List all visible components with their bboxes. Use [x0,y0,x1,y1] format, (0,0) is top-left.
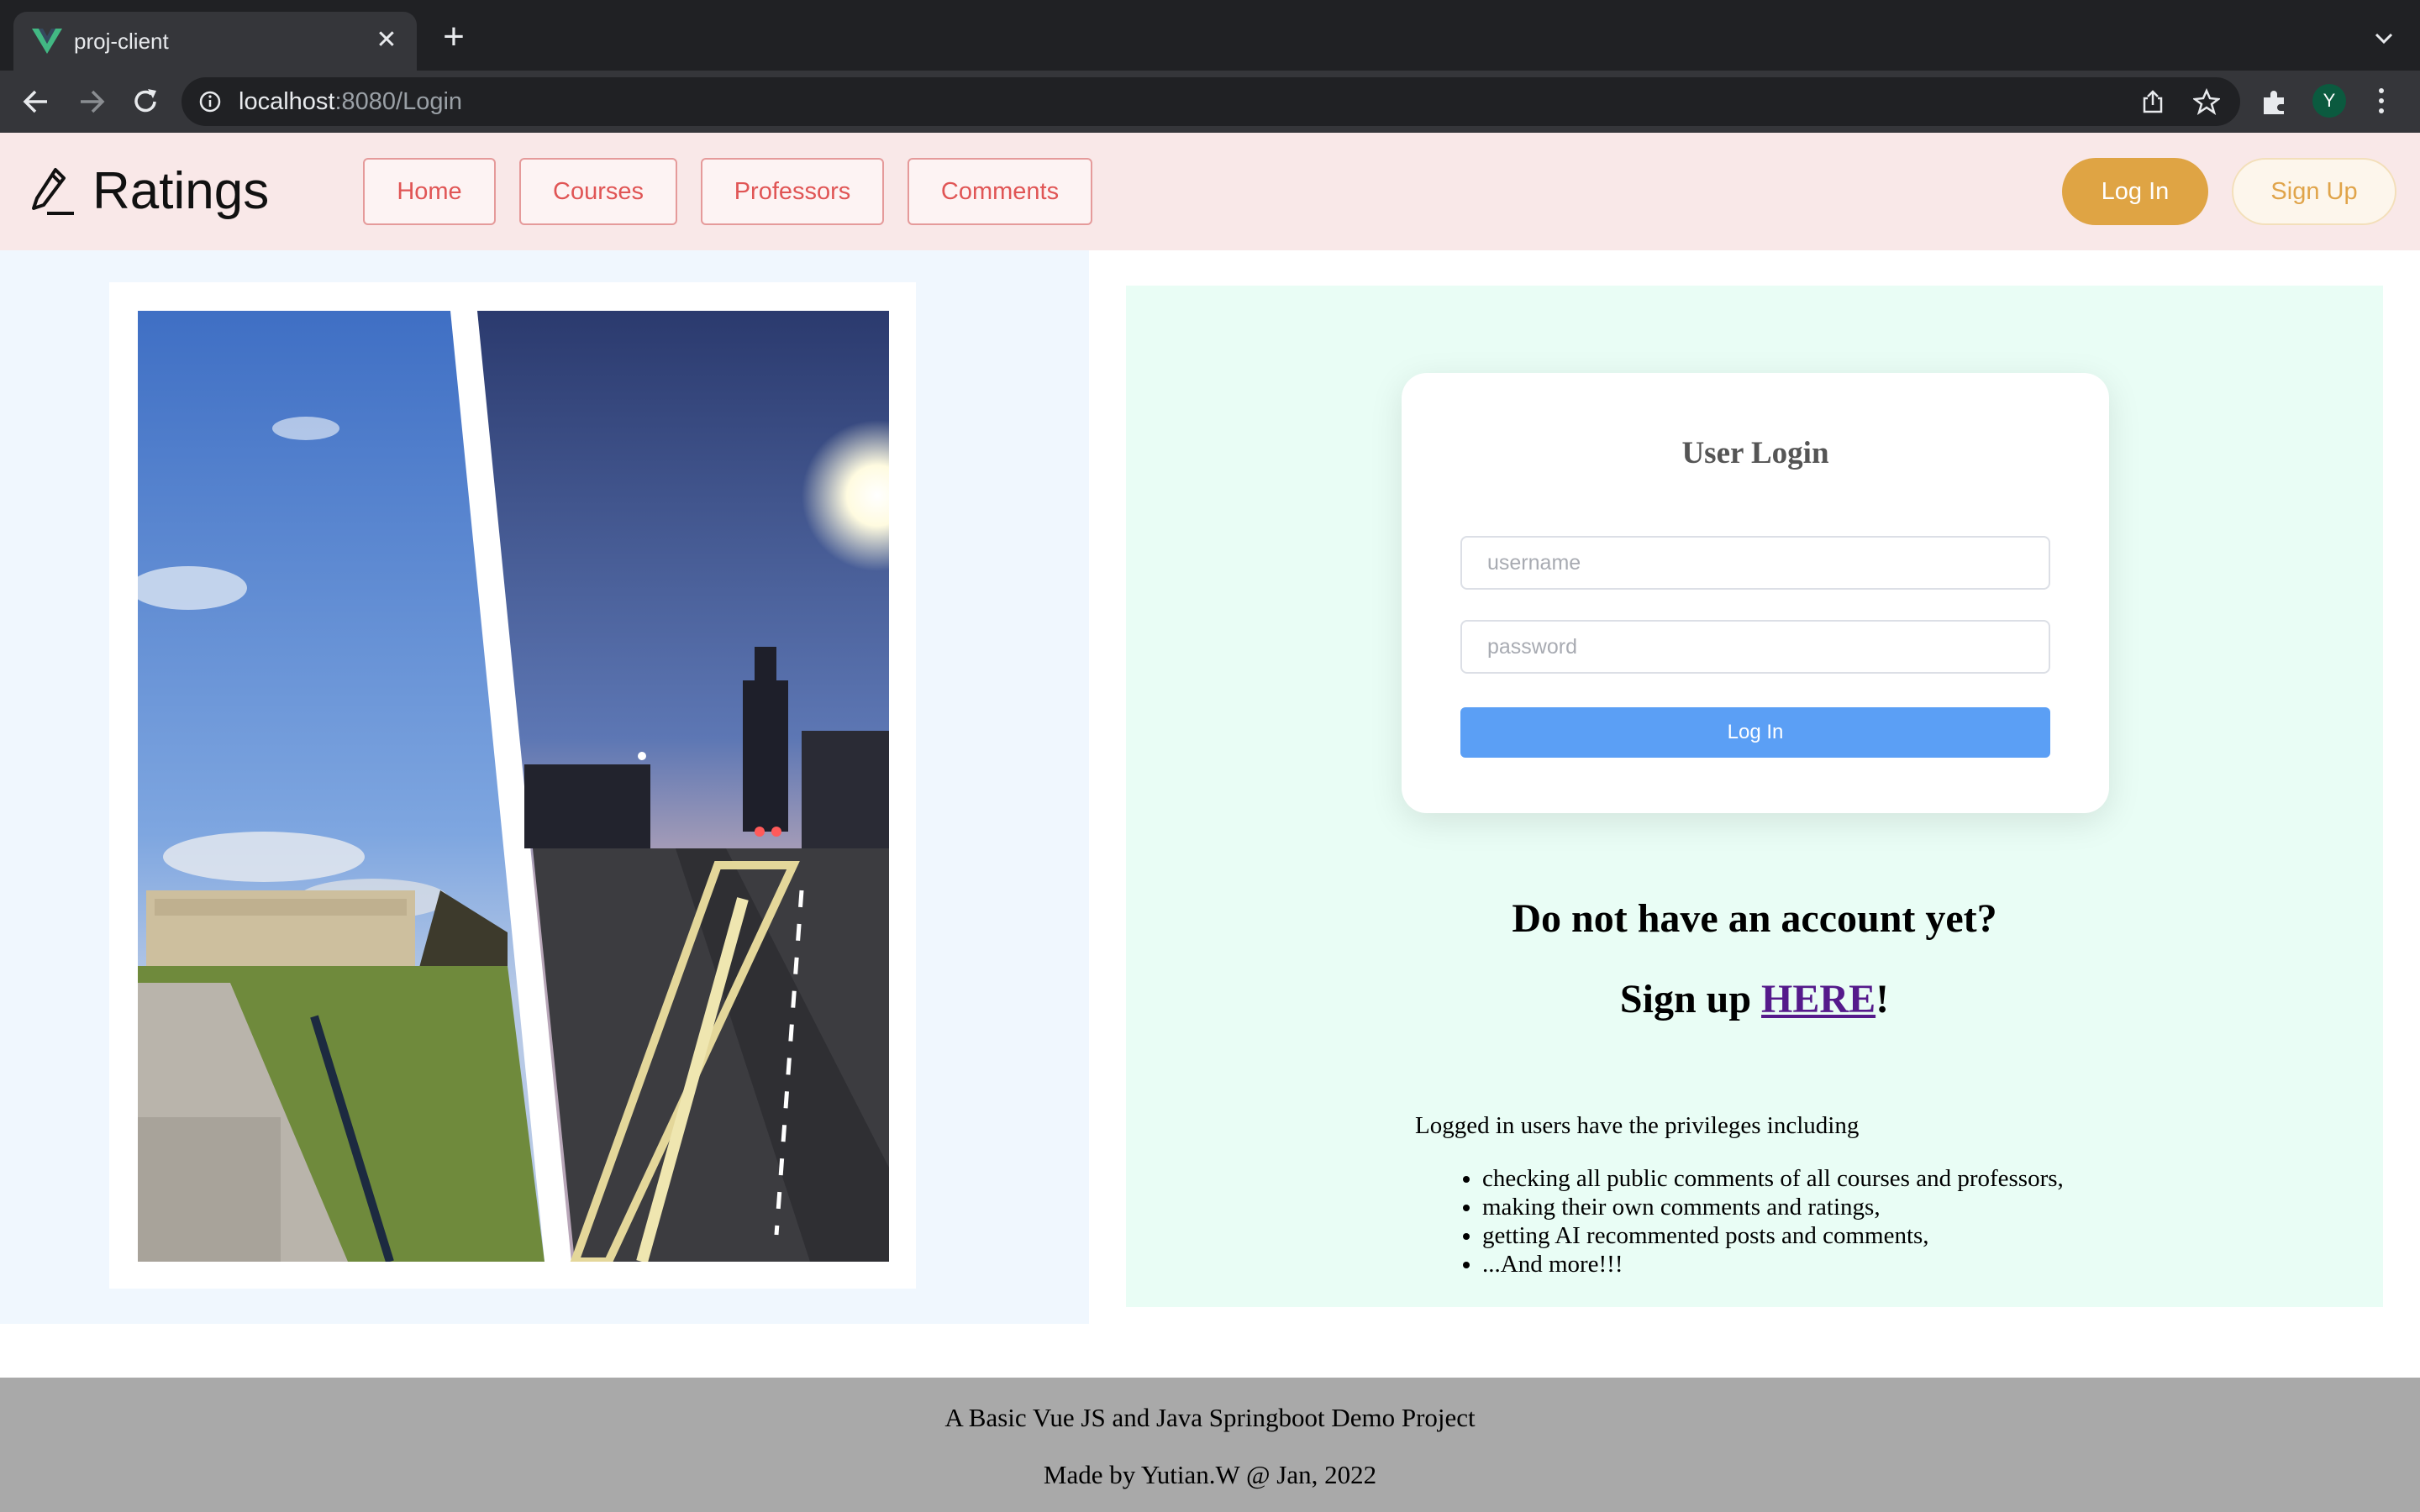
no-account-heading: Do not have an account yet? [1512,896,1997,941]
campus-photo-collage [138,311,889,1262]
signup-here-link[interactable]: HERE [1761,977,1876,1021]
pencil-icon [32,168,74,215]
list-item: checking all public comments of all cour… [1482,1164,2064,1193]
privileges-list: checking all public comments of all cour… [1482,1164,2064,1278]
list-item: making their own comments and ratings, [1482,1193,2064,1221]
nav-courses[interactable]: Courses [519,158,677,225]
nav-professors[interactable]: Professors [701,158,884,225]
url-text: localhost:8080/Login [239,88,463,115]
address-bar[interactable]: localhost:8080/Login [182,77,2240,126]
browser-tab-strip: proj-client ✕ + [0,0,2420,71]
new-tab-icon[interactable]: + [435,18,472,57]
username-input[interactable] [1460,536,2050,590]
login-card-title: User Login [1681,436,1829,470]
reload-icon[interactable] [126,82,165,121]
info-icon[interactable] [198,90,222,113]
login-panel: User Login Log In Do not have an account… [1126,286,2383,1307]
header-login-button[interactable]: Log In [2062,158,2208,225]
list-item: getting AI recommented posts and comment… [1482,1221,2064,1250]
footer-credit-line: Made by Yutian.W @ Jan, 2022 [1043,1460,1377,1489]
forward-arrow-icon[interactable] [72,82,111,121]
page-footer: A Basic Vue JS and Java Springboot Demo … [0,1378,2420,1512]
login-submit-button[interactable]: Log In [1460,707,2050,758]
browser-menu-icon[interactable] [2371,86,2391,116]
signup-prompt: Sign up HERE! [1619,977,1890,1021]
nav-home[interactable]: Home [363,158,496,225]
profile-avatar[interactable]: Y [2312,84,2346,118]
vue-logo-icon [32,29,62,54]
photo-frame [109,282,916,1289]
browser-toolbar: localhost:8080/Login [0,71,2420,133]
app-logo-text[interactable]: Ratings [92,161,269,221]
bookmark-star-icon[interactable] [2193,88,2220,115]
password-input[interactable] [1460,620,2050,674]
footer-project-line: A Basic Vue JS and Java Springboot Demo … [944,1403,1476,1432]
login-card: User Login Log In [1402,373,2109,813]
tab-close-icon[interactable]: ✕ [371,25,402,55]
photo-panel [0,250,1089,1324]
list-item: ...And more!!! [1482,1250,2064,1278]
back-arrow-icon[interactable] [17,82,55,121]
browser-tab[interactable]: proj-client ✕ [13,12,417,71]
privileges-intro: Logged in users have the privileges incl… [1415,1112,1860,1139]
chevron-down-icon[interactable] [2371,25,2396,50]
header-signup-button[interactable]: Sign Up [2232,158,2396,225]
extensions-puzzle-icon[interactable] [2259,87,2289,118]
app-header: Ratings Home Courses Professors Comments… [0,133,2420,250]
nav-comments[interactable]: Comments [908,158,1092,225]
share-icon[interactable] [2139,88,2166,115]
tab-title: proj-client [74,29,169,54]
